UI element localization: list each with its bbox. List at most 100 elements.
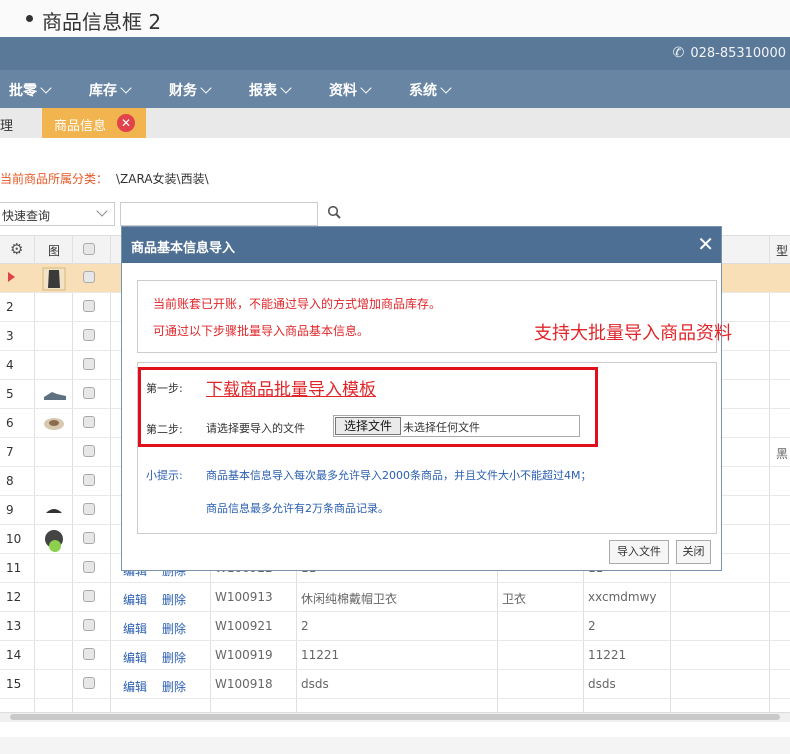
chevron-down-icon: [360, 82, 372, 94]
horizontal-scrollbar[interactable]: [0, 712, 790, 722]
table-row[interactable]: 12 编辑 删除 W100913 休闲纯棉戴帽卫衣 卫衣 xxcmdmwy: [0, 583, 790, 612]
product-spec: xxcmdmwy: [588, 590, 657, 604]
row-number: 10: [6, 532, 22, 546]
product-thumbnail[interactable]: [42, 499, 66, 521]
tip-line-1: 商品基本信息导入每次最多允许导入2000条商品，并且文件大小不能超过4M；: [206, 469, 592, 482]
tab-label: 商品信息: [54, 119, 107, 134]
bullet-icon: [26, 15, 33, 22]
gear-icon[interactable]: ⚙: [10, 240, 23, 258]
chevron-down-icon: [40, 82, 52, 94]
search-icon[interactable]: [327, 205, 341, 219]
file-input[interactable]: 选择文件 未选择任何文件: [333, 415, 580, 437]
top-bar: ✆ 028-85310000: [0, 37, 790, 70]
notice-line-1: 当前账套已开账，不能通过导入的方式增加商品库存。: [153, 297, 442, 311]
row-number: 5: [6, 387, 14, 401]
row-checkbox[interactable]: [83, 474, 95, 486]
current-row-icon: [8, 272, 15, 282]
product-code: W100921: [215, 619, 273, 633]
dialog-title: 商品基本信息导入: [131, 241, 236, 256]
product-thumbnail[interactable]: [42, 412, 66, 434]
row-checkbox[interactable]: [83, 445, 95, 457]
category-path: 当前商品所属分类： \ZARA女装\西装\: [0, 170, 209, 187]
menu-item-data[interactable]: 资料: [329, 80, 372, 100]
product-code: W100919: [215, 648, 273, 662]
product-name: 2: [301, 619, 309, 633]
product-code: W100913: [215, 590, 273, 604]
close-button[interactable]: 关闭: [676, 540, 711, 564]
row-checkbox[interactable]: [83, 561, 95, 573]
import-file-button[interactable]: 导入文件: [609, 540, 669, 564]
row-checkbox[interactable]: [83, 329, 95, 341]
row-checkbox[interactable]: [83, 387, 95, 399]
table-row[interactable]: 15 编辑 删除 W100918 dsds dsds: [0, 670, 790, 699]
row-number: 14: [6, 648, 22, 662]
chevron-down-icon: [200, 82, 212, 94]
delete-link[interactable]: 删除: [162, 649, 186, 666]
chevron-down-icon: [440, 82, 452, 94]
delete-link[interactable]: 删除: [162, 678, 186, 695]
menu-item-inventory[interactable]: 库存: [89, 80, 132, 100]
close-icon[interactable]: ✕: [117, 114, 135, 132]
row-checkbox[interactable]: [83, 358, 95, 370]
chevron-down-icon: [280, 82, 292, 94]
step2-text: 请选择要导入的文件: [206, 422, 305, 435]
product-thumbnail[interactable]: [42, 267, 66, 291]
row-number: 2: [6, 300, 14, 314]
slide-title: 商品信息框 2: [42, 10, 162, 34]
quick-query-value: 快速查询: [2, 209, 51, 223]
product-thumbnail[interactable]: [42, 383, 68, 405]
search-input[interactable]: [120, 202, 318, 226]
edit-link[interactable]: 编辑: [123, 678, 147, 695]
edit-link[interactable]: 编辑: [123, 649, 147, 666]
main-menu: 批零 库存 财务 报表 资料 系统: [0, 70, 790, 108]
download-template-link[interactable]: 下载商品批量导入模板: [206, 375, 376, 400]
row-number: 8: [6, 474, 14, 488]
delete-link[interactable]: 删除: [162, 620, 186, 637]
edit-link[interactable]: 编辑: [123, 591, 147, 608]
phone-number: 028-85310000: [690, 46, 786, 61]
row-checkbox[interactable]: [83, 271, 95, 283]
row-checkbox[interactable]: [83, 648, 95, 660]
close-icon[interactable]: ✕: [697, 234, 714, 254]
quick-query-select[interactable]: 快速查询: [0, 202, 115, 226]
row-checkbox[interactable]: [83, 590, 95, 602]
scrollbar-thumb[interactable]: [10, 714, 780, 720]
menu-item-retail[interactable]: 批零: [9, 80, 52, 100]
file-status: 未选择任何文件: [403, 421, 480, 434]
select-all-checkbox[interactable]: [83, 243, 95, 255]
product-spec: 11221: [588, 648, 627, 662]
product-thumbnail[interactable]: [42, 528, 66, 552]
page-bottom: [0, 737, 790, 754]
chevron-down-icon: [120, 82, 132, 94]
choose-file-button[interactable]: 选择文件: [335, 417, 401, 435]
chevron-down-icon: [96, 205, 108, 217]
row-checkbox[interactable]: [83, 300, 95, 312]
product-category: 卫衣: [502, 592, 527, 606]
phone-info: ✆ 028-85310000: [673, 45, 786, 61]
row-checkbox[interactable]: [83, 677, 95, 689]
table-row[interactable]: 13 编辑 删除 W100921 2 2: [0, 612, 790, 641]
tab-bar: 理 商品信息 ✕: [0, 108, 790, 138]
product-code: W100918: [215, 677, 273, 691]
menu-item-system[interactable]: 系统: [409, 80, 452, 100]
row-checkbox[interactable]: [83, 532, 95, 544]
menu-item-reports[interactable]: 报表: [249, 80, 292, 100]
product-spec: 2: [588, 619, 596, 633]
row-checkbox[interactable]: [83, 416, 95, 428]
product-name: 休闲纯棉戴帽卫衣: [301, 592, 398, 606]
row-checkbox[interactable]: [83, 619, 95, 631]
edit-link[interactable]: 编辑: [123, 620, 147, 637]
tab-product-info[interactable]: 商品信息 ✕: [42, 108, 146, 138]
promo-annotation: 支持大批量导入商品资料: [534, 323, 732, 344]
phone-icon: ✆: [672, 45, 685, 61]
tab-previous[interactable]: 理: [0, 115, 13, 134]
image-column-header: 图: [48, 244, 61, 258]
row-number: 12: [6, 590, 22, 604]
tip-label: 小提示:: [146, 469, 183, 482]
table-row[interactable]: 14 编辑 删除 W100919 11221 11221: [0, 641, 790, 670]
row-checkbox[interactable]: [83, 503, 95, 515]
step1-label: 第一步:: [146, 382, 183, 395]
menu-item-finance[interactable]: 财务: [169, 80, 212, 100]
delete-link[interactable]: 删除: [162, 591, 186, 608]
category-value: \ZARA女装\西装\: [116, 172, 209, 186]
